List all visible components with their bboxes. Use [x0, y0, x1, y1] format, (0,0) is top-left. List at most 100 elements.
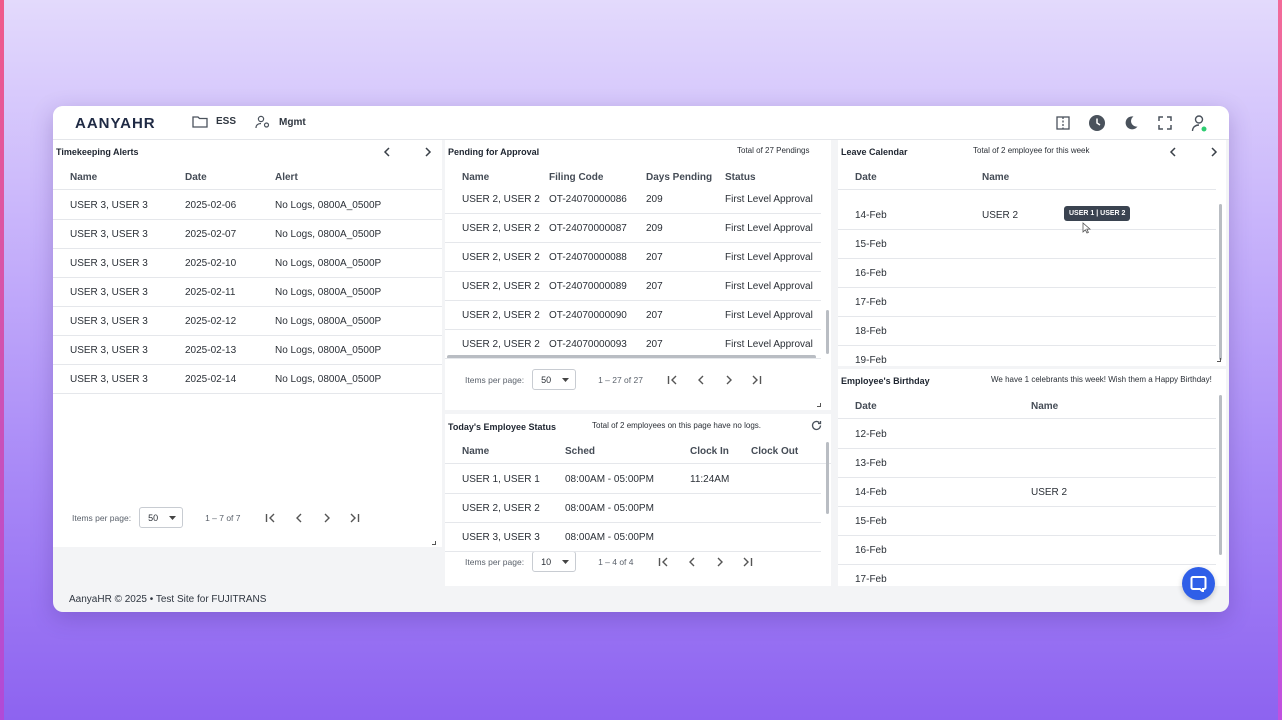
items-per-page-label: Items per page: — [72, 512, 132, 523]
prev-page-icon[interactable] — [687, 371, 715, 389]
table-row[interactable]: 14-Feb USER 2 — [838, 201, 1216, 230]
moon-icon[interactable] — [1121, 113, 1141, 133]
vertical-scrollbar[interactable] — [1219, 395, 1222, 555]
next-page-icon[interactable] — [715, 371, 743, 389]
table-row[interactable]: 18-Feb — [838, 317, 1216, 346]
table-cell: 209 — [646, 194, 663, 205]
table-row[interactable]: 19-Feb — [838, 346, 1216, 366]
table-row[interactable]: USER 3, USER 3 2025-02-10 No Logs, 0800A_0… — [53, 249, 442, 278]
table-row[interactable]: 15-Feb — [838, 507, 1216, 536]
user-settings-icon — [255, 115, 270, 129]
resize-handle[interactable] — [432, 541, 436, 545]
table-cell: 2025-02-06 — [185, 200, 237, 211]
top-bar: AANYAHR ESS Mgmt — [53, 106, 1229, 140]
table-cell: OT-24070000086 — [549, 194, 627, 205]
table-row[interactable]: 17-Feb — [838, 288, 1216, 317]
table-row[interactable]: 15-Feb — [838, 230, 1216, 259]
column-header: Clock Out — [751, 446, 799, 457]
vertical-scrollbar[interactable] — [826, 310, 829, 354]
vertical-scrollbar[interactable] — [1219, 204, 1222, 360]
pending-total: Total of 27 Pendings — [737, 146, 810, 155]
column-header: Name — [462, 446, 490, 457]
fullscreen-icon[interactable] — [1155, 113, 1175, 133]
table-row[interactable]: USER 2, USER 2 08:00AM - 05:00PM — [445, 494, 821, 523]
table-row[interactable]: USER 3, USER 3 2025-02-13 No Logs, 0800A_0… — [53, 336, 442, 365]
table-row[interactable]: USER 3, USER 3 2025-02-07 No Logs, 0800A_0… — [53, 220, 442, 249]
table-row[interactable]: 14-Feb USER 2 — [838, 478, 1216, 507]
page-size-select[interactable]: 50 — [139, 507, 184, 528]
table-row[interactable]: USER 2, USER 2 OT-24070000088 207 First Lev… — [445, 243, 821, 272]
chevron-right-icon[interactable] — [421, 145, 435, 159]
resize-handle[interactable] — [817, 403, 821, 407]
last-page-icon[interactable] — [734, 553, 762, 571]
table-cell: 2025-02-14 — [185, 374, 237, 385]
table-row[interactable]: USER 3, USER 3 2025-02-06 No Logs, 0800A_0… — [53, 191, 442, 220]
last-page-icon[interactable] — [743, 371, 771, 389]
table-row[interactable]: 17-Feb — [838, 565, 1216, 586]
chat-bubble-icon — [1190, 576, 1207, 592]
column-header: Name — [462, 172, 490, 183]
nav-ess[interactable]: ESS — [192, 115, 236, 128]
table-cell: 207 — [646, 281, 663, 292]
user-icon[interactable] — [1189, 113, 1209, 133]
prev-page-icon[interactable] — [678, 553, 706, 571]
table-cell: USER 2 — [982, 210, 1019, 221]
chevron-left-icon[interactable] — [380, 145, 394, 159]
chat-button[interactable] — [1182, 567, 1215, 600]
timekeeping-alerts-panel: Timekeeping Alerts Name Date Alert Items… — [53, 140, 442, 547]
table-cell: USER 3, USER 3 — [70, 287, 148, 298]
next-page-icon[interactable] — [706, 553, 734, 571]
status-title: Today's Employee Status — [448, 422, 557, 432]
table-row[interactable]: USER 2, USER 2 OT-24070000090 207 First Lev… — [445, 301, 821, 330]
vertical-scrollbar[interactable] — [826, 442, 829, 514]
table-cell: USER 2, USER 2 — [462, 339, 540, 350]
resize-handle[interactable] — [1217, 358, 1221, 362]
table-row[interactable]: USER 3, USER 3 2025-02-11 No Logs, 0800A_0… — [53, 278, 442, 307]
first-page-icon[interactable] — [650, 553, 678, 571]
table-cell: 15-Feb — [855, 239, 887, 250]
chevron-left-icon[interactable] — [1166, 145, 1180, 159]
leave-table-header: Date Name — [838, 164, 1216, 190]
table-row[interactable]: USER 3, USER 3 2025-02-14 No Logs, 0800A_0… — [53, 365, 442, 394]
table-row[interactable]: USER 2, USER 2 OT-24070000087 209 First Lev… — [445, 214, 821, 243]
birthday-panel: Employee's Birthday We have 1 celebrants… — [838, 369, 1226, 586]
table-row[interactable]: 16-Feb — [838, 259, 1216, 288]
pending-paginator: Items per page: 50 1 – 27 of 27 — [465, 369, 771, 390]
split-view-icon[interactable] — [1053, 113, 1073, 133]
clock-icon[interactable] — [1087, 113, 1107, 133]
folder-icon — [192, 116, 208, 128]
app-logo[interactable]: AANYAHR — [75, 115, 156, 132]
column-header: Sched — [565, 446, 596, 457]
refresh-icon[interactable] — [809, 418, 823, 432]
table-cell: 207 — [646, 310, 663, 321]
table-row[interactable]: 12-Feb — [838, 420, 1216, 449]
status-paginator: Items per page: 10 1 – 4 of 4 — [465, 551, 762, 572]
table-row[interactable]: USER 3, USER 3 2025-02-12 No Logs, 0800A_0… — [53, 307, 442, 336]
page-size-select[interactable]: 50 — [532, 369, 577, 390]
table-row[interactable]: USER 2, USER 2 OT-24070000086 209 First Lev… — [445, 185, 821, 214]
table-cell: 16-Feb — [855, 545, 887, 556]
leave-tooltip: USER 1 | USER 2 — [1064, 206, 1131, 221]
column-header: Name — [982, 172, 1010, 183]
table-cell: USER 3, USER 3 — [70, 374, 148, 385]
table-row[interactable]: USER 2, USER 2 OT-24070000093 207 First Lev… — [445, 330, 821, 359]
page-size-value: 10 — [541, 556, 552, 567]
table-row[interactable]: USER 2, USER 2 OT-24070000089 207 First Lev… — [445, 272, 821, 301]
table-cell: USER 3, USER 3 — [462, 532, 540, 543]
table-row[interactable]: 13-Feb — [838, 449, 1216, 478]
table-cell: No Logs, 0800A_0500P — [275, 200, 382, 211]
table-row[interactable]: 16-Feb — [838, 536, 1216, 565]
page-size-select[interactable]: 10 — [532, 551, 577, 572]
next-page-icon[interactable] — [313, 509, 341, 527]
prev-page-icon[interactable] — [285, 509, 313, 527]
first-page-icon[interactable] — [659, 371, 687, 389]
nav-mgmt[interactable]: Mgmt — [255, 115, 306, 129]
last-page-icon[interactable] — [341, 509, 369, 527]
table-cell: USER 3, USER 3 — [70, 229, 148, 240]
page-range: 1 – 4 of 4 — [598, 556, 634, 567]
table-row[interactable]: USER 1, USER 1 08:00AM - 05:00PM 11:24AM — [445, 465, 821, 494]
first-page-icon[interactable] — [257, 509, 285, 527]
table-row[interactable]: USER 3, USER 3 08:00AM - 05:00PM — [445, 523, 821, 552]
chevron-right-icon[interactable] — [1207, 145, 1221, 159]
table-cell: 15-Feb — [855, 516, 887, 527]
